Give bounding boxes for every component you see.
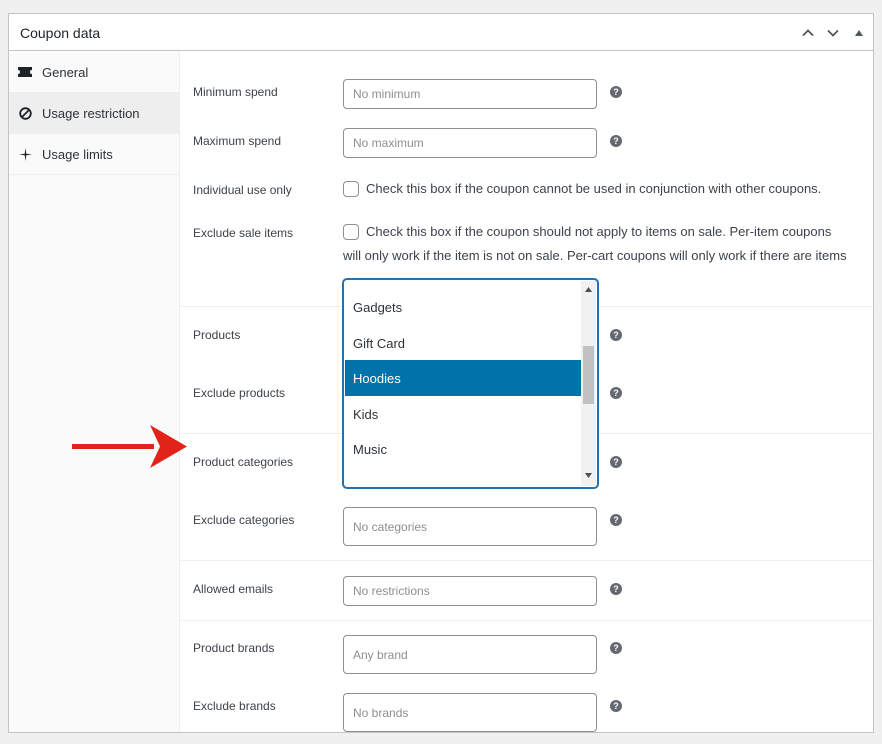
chevron-up-icon[interactable]: [799, 24, 817, 42]
exclude-categories-input[interactable]: [343, 507, 597, 546]
block-icon: [18, 106, 32, 120]
help-icon[interactable]: ?: [610, 642, 622, 654]
exclude-brands-label: Exclude brands: [193, 699, 276, 713]
product-brands-input[interactable]: [343, 635, 597, 674]
help-icon[interactable]: ?: [610, 456, 622, 468]
exclude-brands-input[interactable]: [343, 693, 597, 732]
dropdown-option[interactable]: Kids: [345, 396, 581, 432]
tab-general[interactable]: General: [9, 52, 180, 93]
exclude-sale-items-label: Exclude sale items: [193, 226, 294, 240]
minimum-spend-label: Minimum spend: [193, 85, 278, 99]
dropdown-option[interactable]: Gadgets: [345, 289, 581, 325]
usage-restriction-panel: Minimum spend ? Maximum spend ? Individu…: [181, 52, 873, 732]
coupon-tabs-sidebar: General Usage restriction Usage limits: [9, 52, 180, 732]
help-icon[interactable]: ?: [610, 86, 622, 98]
scroll-up-icon[interactable]: [584, 285, 593, 294]
section-divider: [181, 620, 873, 621]
scrollbar-thumb[interactable]: [583, 346, 594, 404]
exclude-sale-description-line1: Check this box if the coupon should not …: [366, 224, 832, 239]
dropdown-option-selected[interactable]: Hoodies: [345, 360, 581, 396]
product-categories-label: Product categories: [193, 455, 294, 469]
help-icon[interactable]: ?: [610, 135, 622, 147]
help-icon[interactable]: ?: [610, 583, 622, 595]
dropdown-option[interactable]: Gift Card: [345, 325, 581, 361]
chevron-down-icon[interactable]: [824, 24, 842, 42]
individual-use-checkbox[interactable]: [343, 181, 359, 197]
panel-header: Coupon data: [9, 14, 873, 51]
help-icon[interactable]: ?: [610, 514, 622, 526]
help-icon[interactable]: ?: [610, 329, 622, 341]
individual-use-description: Check this box if the coupon cannot be u…: [366, 181, 822, 196]
product-brands-label: Product brands: [193, 641, 275, 655]
product-categories-dropdown[interactable]: Gadgets Gift Card Hoodies Kids Music: [343, 279, 598, 488]
allowed-emails-label: Allowed emails: [193, 582, 274, 596]
individual-use-label: Individual use only: [193, 183, 292, 197]
coupon-data-panel: Coupon data General Usage restriction Us…: [8, 13, 874, 733]
panel-title: Coupon data: [20, 25, 101, 41]
tab-usage-limits[interactable]: Usage limits: [9, 134, 180, 175]
minimum-spend-input[interactable]: [343, 79, 597, 109]
tab-usage-restriction[interactable]: Usage restriction: [9, 93, 180, 134]
exclude-sale-items-checkbox[interactable]: [343, 224, 359, 240]
maximum-spend-input[interactable]: [343, 128, 597, 158]
dropdown-option[interactable]: Music: [345, 431, 581, 467]
products-label: Products: [193, 328, 241, 342]
scroll-down-icon[interactable]: [584, 471, 593, 480]
red-arrow-annotation-icon: [72, 425, 187, 468]
maximum-spend-label: Maximum spend: [193, 134, 282, 148]
exclude-categories-label: Exclude categories: [193, 513, 295, 527]
tab-usage-limits-label: Usage limits: [42, 146, 113, 162]
section-divider: [181, 560, 873, 561]
help-icon[interactable]: ?: [610, 700, 622, 712]
allowed-emails-input[interactable]: [343, 576, 597, 606]
tab-general-label: General: [42, 64, 89, 80]
sparkle-icon: [18, 147, 32, 161]
ticket-icon: [18, 65, 32, 79]
triangle-up-icon[interactable]: [850, 24, 868, 42]
dropdown-scrollbar[interactable]: [581, 281, 596, 486]
exclude-products-label: Exclude products: [193, 386, 286, 400]
help-icon[interactable]: ?: [610, 387, 622, 399]
tab-usage-restriction-label: Usage restriction: [42, 105, 140, 121]
exclude-sale-description-line2: will only work if the item is not on sal…: [343, 248, 847, 263]
